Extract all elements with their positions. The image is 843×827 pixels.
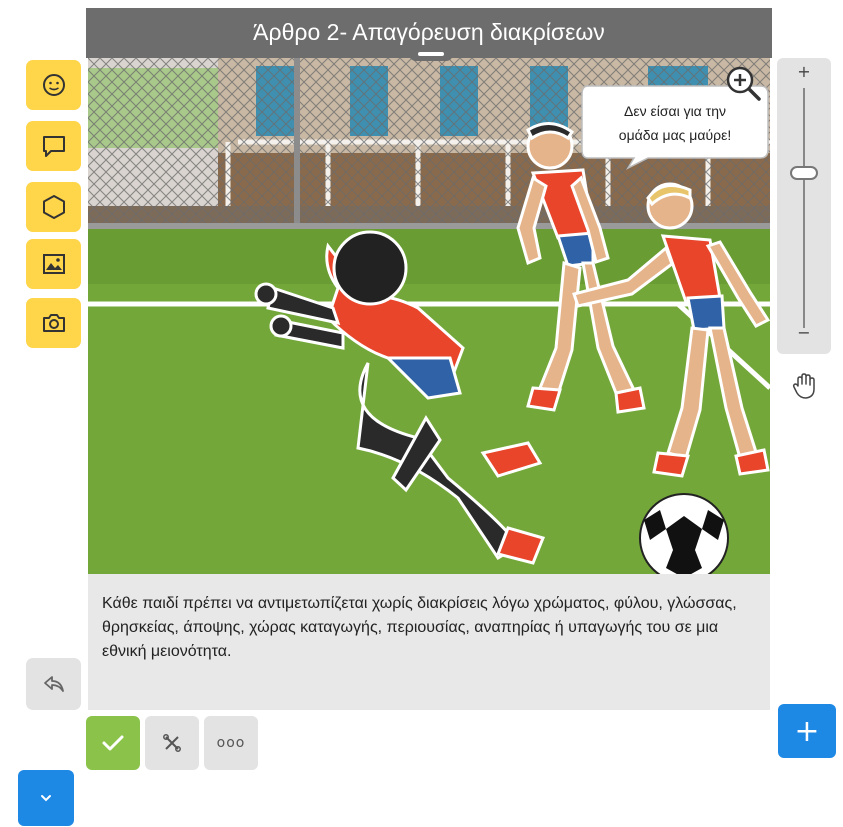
character-tool-button[interactable] — [26, 60, 81, 110]
check-icon — [102, 735, 124, 751]
speech-bubble-line-1: Δεν είσαι για την — [624, 103, 726, 119]
image-tool-button[interactable] — [26, 239, 81, 289]
more-options-button[interactable]: ooo — [204, 716, 258, 770]
caption-text[interactable]: Κάθε παιδί πρέπει να αντιμετωπίζεται χωρ… — [102, 592, 752, 664]
camera-icon — [42, 314, 65, 332]
shuffle-x-icon — [163, 734, 181, 752]
image-icon — [42, 254, 65, 274]
shape-tool-button[interactable] — [26, 182, 81, 232]
caption-text-box[interactable]: Κάθε παιδί πρέπει να αντιμετωπίζεται χωρ… — [88, 574, 770, 710]
zoom-slider-thumb[interactable] — [790, 166, 818, 180]
comic-panel-canvas[interactable]: Δεν είσαι για την ομάδα μας μαύρε! — [88, 58, 770, 574]
title-drag-handle[interactable] — [409, 47, 453, 61]
speech-bubble-line-2: ομάδα μας μαύρε! — [619, 127, 731, 143]
zoom-slider-panel[interactable]: + − — [777, 58, 831, 354]
speech-bubble-tool-button[interactable] — [26, 121, 81, 171]
chevron-down-icon — [41, 795, 51, 802]
add-panel-button[interactable]: + — [778, 704, 836, 758]
collapse-button[interactable] — [18, 770, 74, 826]
speech-bubble[interactable]: Δεν είσαι για την ομάδα μας μαύρε! — [581, 85, 769, 170]
cancel-button[interactable] — [145, 716, 199, 770]
hexagon-icon — [42, 195, 65, 219]
zoom-track[interactable] — [803, 88, 805, 328]
zoom-in-button[interactable]: + — [777, 62, 831, 81]
speech-bubble-icon — [42, 136, 65, 157]
hand-pan-icon[interactable] — [788, 370, 820, 402]
camera-tool-button[interactable] — [26, 298, 81, 348]
undo-icon — [43, 676, 64, 692]
soccer-ball — [639, 493, 729, 574]
undo-button[interactable] — [26, 658, 81, 710]
smiley-icon — [42, 74, 65, 96]
zoom-out-button[interactable]: − — [777, 323, 831, 342]
confirm-button[interactable] — [86, 716, 140, 770]
